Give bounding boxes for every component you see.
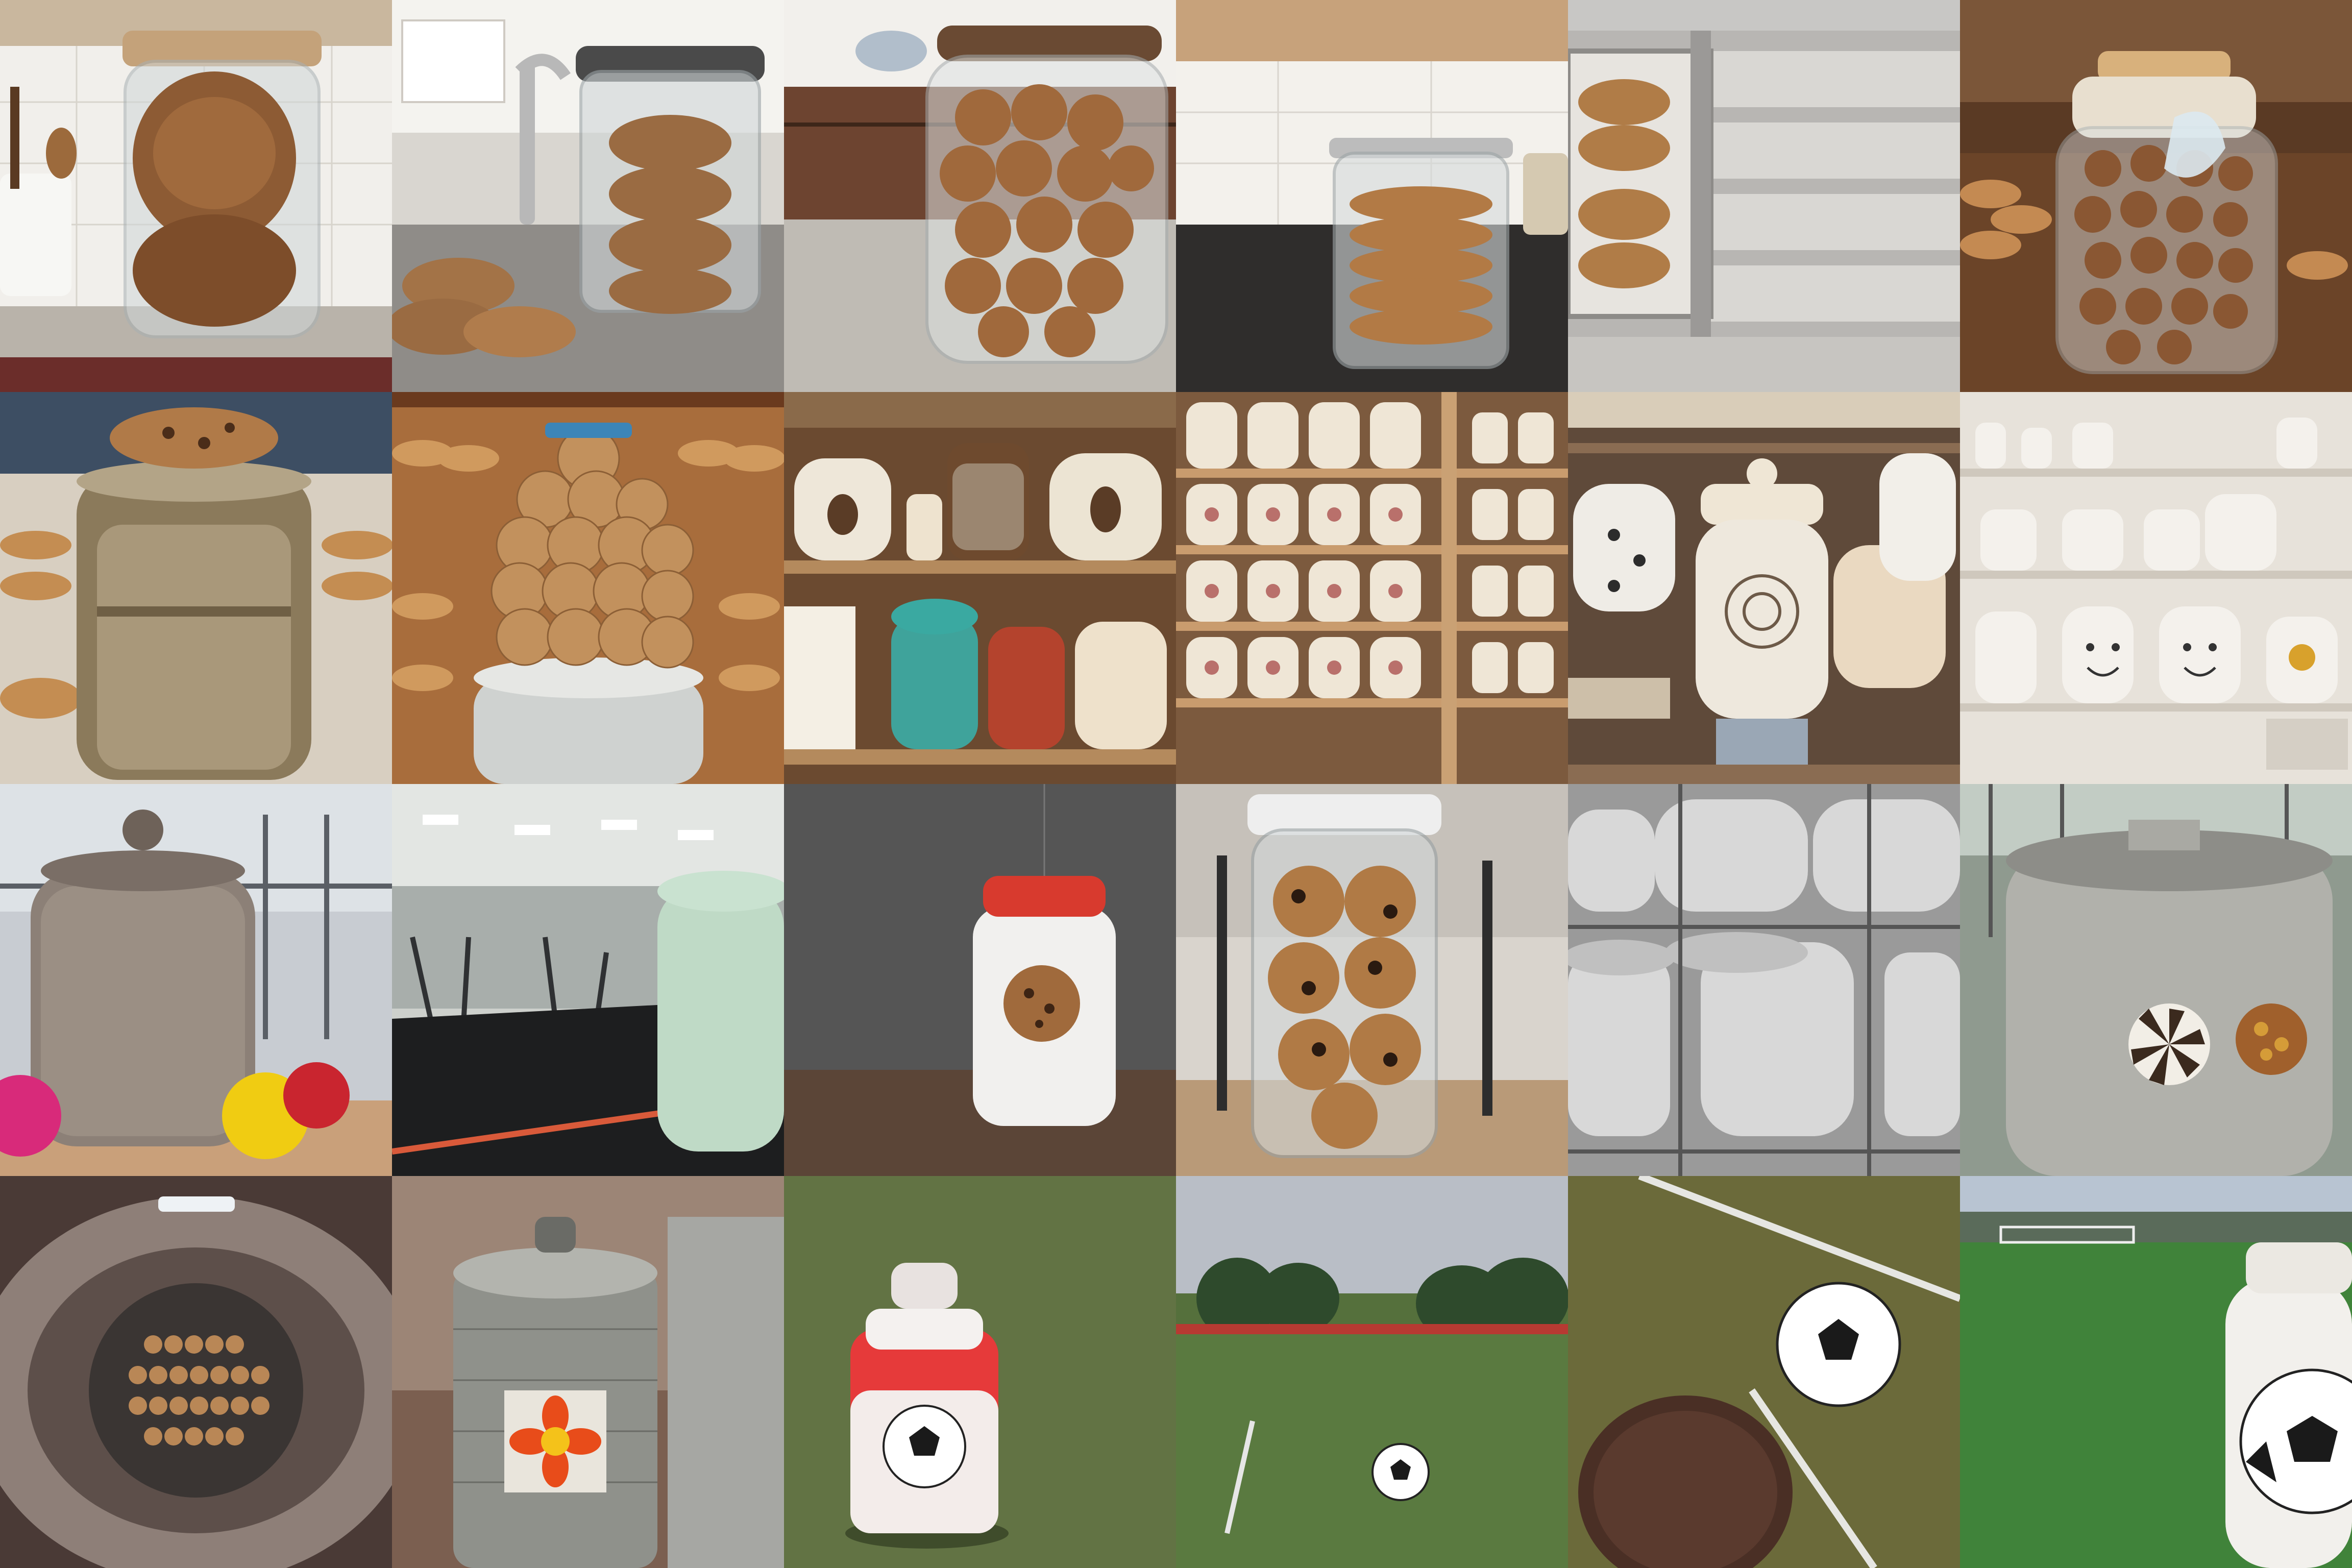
- tile-kitchen-glass-jar-large-cookies: [0, 0, 392, 392]
- tile-kitchen-sink-glass-jar: [392, 0, 784, 392]
- tile-soccer-ball-jar: [1960, 1176, 2352, 1568]
- tile-shop-speckled-jar: [1568, 392, 1960, 784]
- tile-shop-painted-jar-rows: [1176, 392, 1568, 784]
- tile-kitchen-clip-top-jar: [1176, 0, 1568, 392]
- image-grid: [0, 0, 2352, 1568]
- tile-metal-shelf-cookies: [1568, 0, 1960, 392]
- tile-industrial-grey-tank-cookies: [1960, 784, 2352, 1176]
- tile-soccer-cookie-and-ball: [1568, 1176, 1960, 1568]
- tile-soccer-red-white-jar: [784, 1176, 1176, 1568]
- tile-industrial-steel-tanks: [1568, 784, 1960, 1176]
- tile-vault-cookies: [0, 1176, 392, 1568]
- tile-gym-glass-jar-cookies: [1176, 784, 1568, 1176]
- tile-soccer-field-ball: [1176, 1176, 1568, 1568]
- tile-gym-mint-jar: [392, 784, 784, 1176]
- tile-shop-face-jars: [1960, 392, 2352, 784]
- tile-bakery-glass-jar-assorted: [1960, 0, 2352, 392]
- tile-factory-steel-tank: [392, 1176, 784, 1568]
- tile-studio-white-jar-cookie: [784, 784, 1176, 1176]
- tile-gym-speckled-jar-balls: [0, 784, 392, 1176]
- tile-bakery-metal-canister: [0, 392, 392, 784]
- tile-kitchen-glass-jar-full-cookies: [784, 0, 1176, 392]
- tile-shop-ceramic-jars: [784, 392, 1176, 784]
- tile-bakery-cookie-tower-jar: [392, 392, 784, 784]
